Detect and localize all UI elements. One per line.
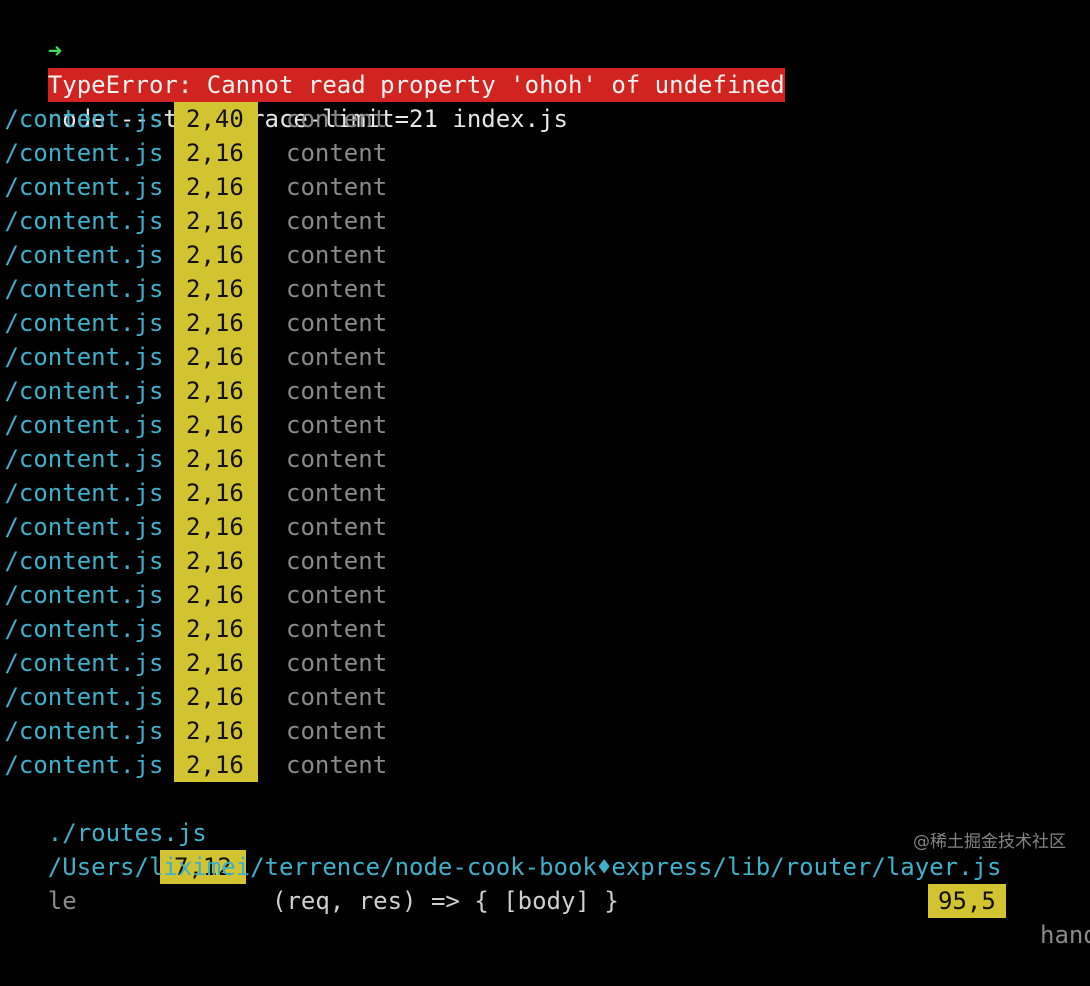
frame-location: 2,16: [174, 204, 258, 238]
stack-frame: ./content.js 2,16 content: [0, 442, 1090, 476]
terminal-window[interactable]: ➜ app node --stack-trace-limit=21 index.…: [0, 0, 1090, 949]
frame-function: content: [286, 581, 388, 609]
frame-location: 2,16: [174, 238, 258, 272]
frame-path: ./content.js: [0, 139, 164, 167]
frame-path: ./content.js: [0, 581, 164, 609]
stack-frame: ./content.js 2,16 content: [0, 544, 1090, 578]
frame-location: 2,16: [174, 544, 258, 578]
frame-location: 2,16: [174, 272, 258, 306]
stack-frame: ./content.js 2,16 content: [0, 748, 1090, 782]
frame-location: 2,16: [174, 136, 258, 170]
frame-function: (req, res) => { [body] }: [272, 887, 619, 915]
stack-frame: ./content.js 2,40 content: [0, 102, 1090, 136]
frame-location: 2,16: [174, 714, 258, 748]
stack-frame: ./content.js 2,16 content: [0, 578, 1090, 612]
stack-frame: ./content.js 2,16 content: [0, 306, 1090, 340]
stack-frame: ./content.js 2,16 content: [0, 646, 1090, 680]
error-line: TypeError: Cannot read property 'ohoh' o…: [0, 34, 1090, 102]
frame-function: content: [286, 649, 388, 677]
stack-frame-routes: ./routes.js 7,12 (req, res) => { [body] …: [0, 782, 1090, 915]
frame-path: ./content.js: [0, 207, 164, 235]
frame-path: ./content.js: [0, 479, 164, 507]
frame-path: ./content.js: [0, 275, 164, 303]
frame-path: ./content.js: [0, 649, 164, 677]
frame-function: content: [286, 173, 388, 201]
frame-path: ./content.js: [0, 751, 164, 779]
frame-function: content: [286, 275, 388, 303]
frame-path: ./content.js: [0, 445, 164, 473]
frame-location: 2,16: [174, 646, 258, 680]
frame-function: content: [286, 411, 388, 439]
frame-location: 2,16: [174, 578, 258, 612]
frame-function: content: [286, 615, 388, 643]
frame-location: 2,16: [174, 748, 258, 782]
watermark: @稀土掘金技术社区: [913, 832, 1066, 852]
frame-function: hand: [1040, 921, 1090, 949]
stack-frame: ./content.js 2,16 content: [0, 170, 1090, 204]
frame-location: 2,40: [174, 102, 258, 136]
frame-location: 2,16: [174, 170, 258, 204]
frame-location: 2,16: [174, 408, 258, 442]
frame-function: content: [286, 717, 388, 745]
frame-function: content: [286, 547, 388, 575]
frame-location: 2,16: [174, 374, 258, 408]
frame-function: content: [286, 139, 388, 167]
stack-frame: ./content.js 2,16 content: [0, 510, 1090, 544]
command-line: ➜ app node --stack-trace-limit=21 index.…: [0, 0, 1090, 133]
frame-function: content: [286, 683, 388, 711]
frame-function: content: [286, 377, 388, 405]
frame-location: 2,16: [174, 340, 258, 374]
stack-frame: ./content.js 2,16 content: [0, 272, 1090, 306]
frame-path: ./content.js: [0, 513, 164, 541]
frame-path: ./content.js: [0, 615, 164, 643]
frame-function: content: [286, 207, 388, 235]
frame-location: 2,16: [174, 680, 258, 714]
frame-location: 95,5: [928, 884, 1006, 918]
frame-function: content: [286, 309, 388, 337]
stack-frame: ./content.js 2,16 content: [0, 714, 1090, 748]
frame-function: content: [286, 105, 388, 133]
frame-path: ./content.js: [0, 309, 164, 337]
frame-location: 2,16: [174, 442, 258, 476]
frame-path: ./content.js: [0, 547, 164, 575]
frame-path: ./content.js: [0, 173, 164, 201]
stack-frame: ./content.js 2,16 content: [0, 340, 1090, 374]
frame-location: 2,16: [174, 612, 258, 646]
frame-location: 2,16: [174, 306, 258, 340]
stack-frame: ./content.js 2,16 content: [0, 476, 1090, 510]
frame-function: content: [286, 513, 388, 541]
continuation-text: le: [47, 887, 77, 915]
continuation-line: le: [0, 850, 1090, 915]
stack-frame: ./content.js 2,16 content: [0, 680, 1090, 714]
frame-path: ./content.js: [0, 717, 164, 745]
stack-frame: ./content.js 2,16 content: [0, 374, 1090, 408]
stack-frame: ./content.js 2,16 content: [0, 612, 1090, 646]
frame-function: content: [286, 343, 388, 371]
frame-location: 2,16: [174, 476, 258, 510]
frame-path: ./content.js: [0, 105, 164, 133]
stack-trace: ./content.js 2,40 content ./content.js 2,16 c…: [0, 102, 1090, 782]
frame-path: ./content.js: [0, 343, 164, 371]
frame-function: content: [286, 751, 388, 779]
frame-path: ./content.js: [0, 377, 164, 405]
stack-frame: ./content.js 2,16 content: [0, 238, 1090, 272]
frame-path: ./content.js: [0, 683, 164, 711]
stack-frame: ./content.js 2,16 content: [0, 204, 1090, 238]
frame-function: content: [286, 479, 388, 507]
frame-path: ./content.js: [0, 241, 164, 269]
frame-function: content: [286, 445, 388, 473]
frame-location: 2,16: [174, 510, 258, 544]
frame-function: content: [286, 241, 388, 269]
frame-path: ./content.js: [0, 411, 164, 439]
stack-frame: ./content.js 2,16 content: [0, 136, 1090, 170]
stack-frame: ./content.js 2,16 content: [0, 408, 1090, 442]
